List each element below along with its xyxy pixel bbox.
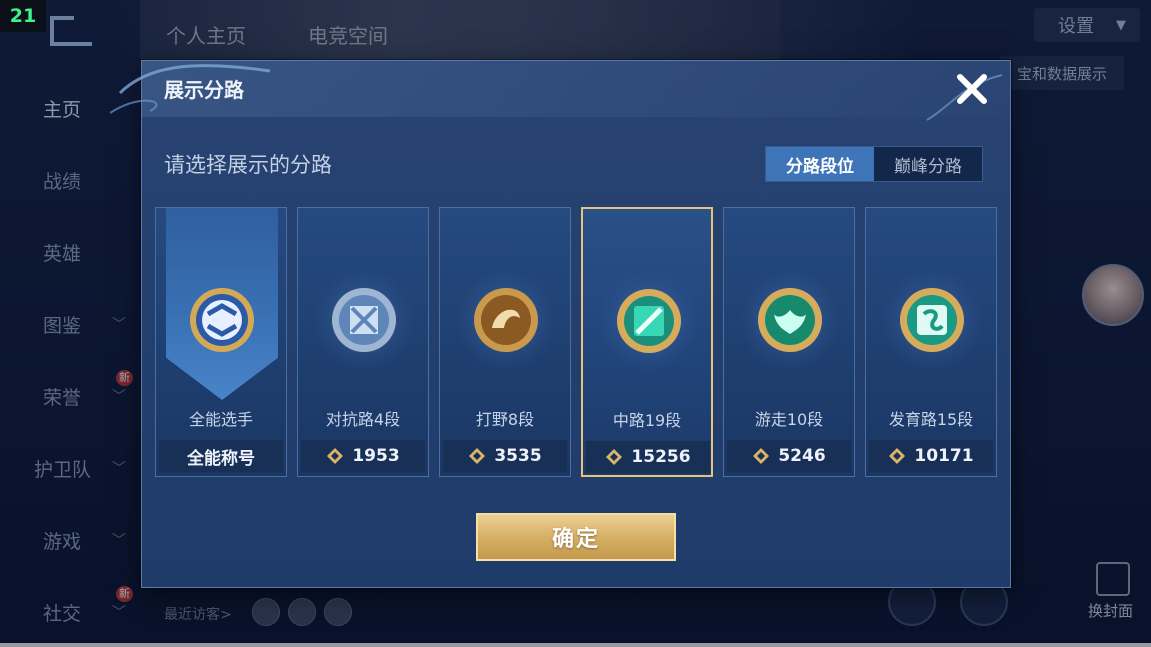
lane-label: 对抗路4段	[325, 410, 401, 429]
lane-label: 发育路15段	[888, 410, 974, 429]
clash-lane-emblem-icon	[332, 288, 396, 352]
mid-lane-emblem-icon	[617, 289, 681, 353]
lane-label: 中路19段	[612, 411, 682, 430]
dialog-title: 展示分路	[164, 78, 244, 102]
frame-counter: 21	[0, 0, 46, 32]
back-icon[interactable]	[44, 14, 96, 48]
points-icon	[889, 448, 906, 464]
all-round-emblem-icon	[190, 288, 254, 352]
score-bar: 10171	[869, 440, 993, 472]
confirm-button[interactable]: 确定	[476, 513, 676, 561]
score-value: 3535	[494, 446, 542, 466]
score-bar: 全能称号	[159, 440, 283, 472]
score-bar: 5246	[727, 440, 851, 472]
lane-card-roam[interactable]: 游走10段 5246	[723, 207, 855, 477]
lane-display-dialog: 展示分路 请选择展示的分路 分路段位 巅峰分路 全能选手 全能称号 对抗路4段 …	[110, 60, 1011, 588]
score-bar: 15256	[586, 441, 710, 473]
close-icon	[957, 74, 987, 104]
score-value: 5246	[778, 446, 826, 466]
lane-card-jungle[interactable]: 打野8段 3535	[439, 207, 571, 477]
close-button[interactable]	[952, 69, 992, 109]
lane-mode-toggle: 分路段位 巅峰分路	[765, 146, 983, 182]
lane-card-all-round[interactable]: 全能选手 全能称号	[155, 207, 287, 477]
score-value: 15256	[631, 447, 691, 467]
lane-label: 游走10段	[754, 410, 824, 429]
points-icon	[469, 448, 486, 464]
score-bar: 3535	[443, 440, 567, 472]
roam-emblem-icon	[758, 288, 822, 352]
score-value: 1953	[352, 446, 400, 466]
score-value: 10171	[914, 446, 974, 466]
lane-card-farm-lane[interactable]: 发育路15段 10171	[865, 207, 997, 477]
points-icon	[327, 448, 344, 464]
lane-label: 打野8段	[475, 410, 535, 429]
tab-lane-rank[interactable]: 分路段位	[766, 147, 874, 181]
tab-peak-lane[interactable]: 巅峰分路	[874, 147, 982, 181]
lane-card-clash-lane[interactable]: 对抗路4段 1953	[297, 207, 429, 477]
lane-label: 全能选手	[188, 410, 253, 429]
jungle-emblem-icon	[474, 288, 538, 352]
score-bar: 1953	[301, 440, 425, 472]
points-icon	[606, 449, 623, 465]
farm-lane-emblem-icon	[900, 288, 964, 352]
lane-card-mid-lane[interactable]: 中路19段 15256	[581, 207, 713, 477]
dialog-subtitle: 请选择展示的分路	[164, 153, 332, 177]
points-icon	[753, 448, 770, 464]
score-value: 全能称号	[187, 448, 255, 469]
